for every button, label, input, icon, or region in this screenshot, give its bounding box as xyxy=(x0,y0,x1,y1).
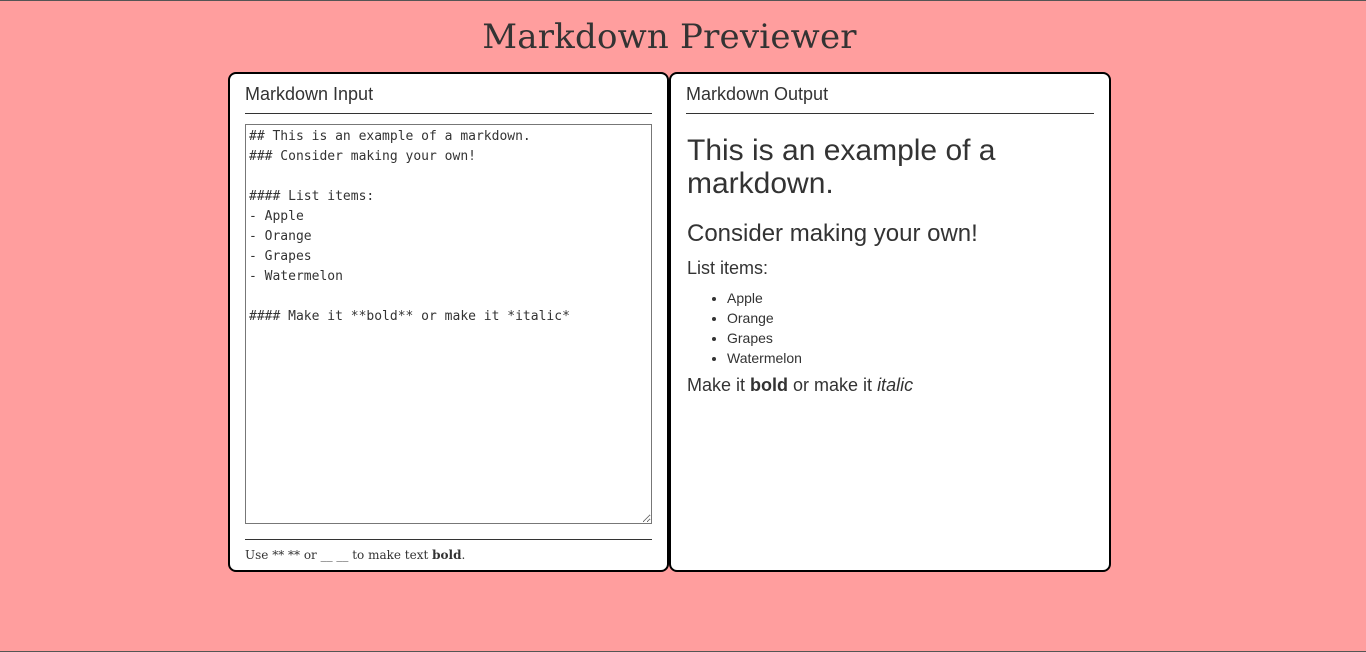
markdown-input-panel: Markdown Input Use ** ** or __ __ to mak… xyxy=(228,72,669,572)
list-item: Orange xyxy=(727,308,1094,328)
emphasis-prefix: Make it xyxy=(687,375,751,395)
list-item: Apple xyxy=(727,288,1094,308)
hint-suffix: . xyxy=(461,548,466,562)
bold-text: bold xyxy=(750,375,789,395)
output-heading-divider xyxy=(686,113,1094,114)
hint-bold-word: bold xyxy=(432,548,462,562)
output-panel-heading: Markdown Output xyxy=(686,84,829,104)
input-panel-heading: Markdown Input xyxy=(245,84,374,104)
formatting-hint: Use ** ** or __ __ to make text bold. xyxy=(245,548,465,562)
markdown-editor[interactable] xyxy=(245,124,652,524)
preview-emphasis-line: Make it bold or make it italic xyxy=(687,374,1094,396)
preview-h3: Consider making your own! xyxy=(687,220,978,247)
markdown-preview: This is an example of a markdown. Consid… xyxy=(687,126,1094,396)
page-title: Markdown Previewer xyxy=(482,17,857,57)
input-footer-divider xyxy=(245,539,652,540)
list-item: Watermelon xyxy=(727,348,1094,368)
markdown-output-panel: Markdown Output This is an example of a … xyxy=(669,72,1111,572)
preview-h4: List items: xyxy=(687,258,769,278)
input-heading-divider xyxy=(245,113,652,114)
hint-prefix: Use ** ** or __ __ to make text xyxy=(245,548,433,562)
emphasis-middle: or make it xyxy=(788,375,878,395)
italic-text: italic xyxy=(877,375,914,395)
preview-h2: This is an example of a markdown. xyxy=(687,134,996,200)
list-item: Grapes xyxy=(727,328,1094,348)
preview-list: Apple Orange Grapes Watermelon xyxy=(687,288,1094,368)
